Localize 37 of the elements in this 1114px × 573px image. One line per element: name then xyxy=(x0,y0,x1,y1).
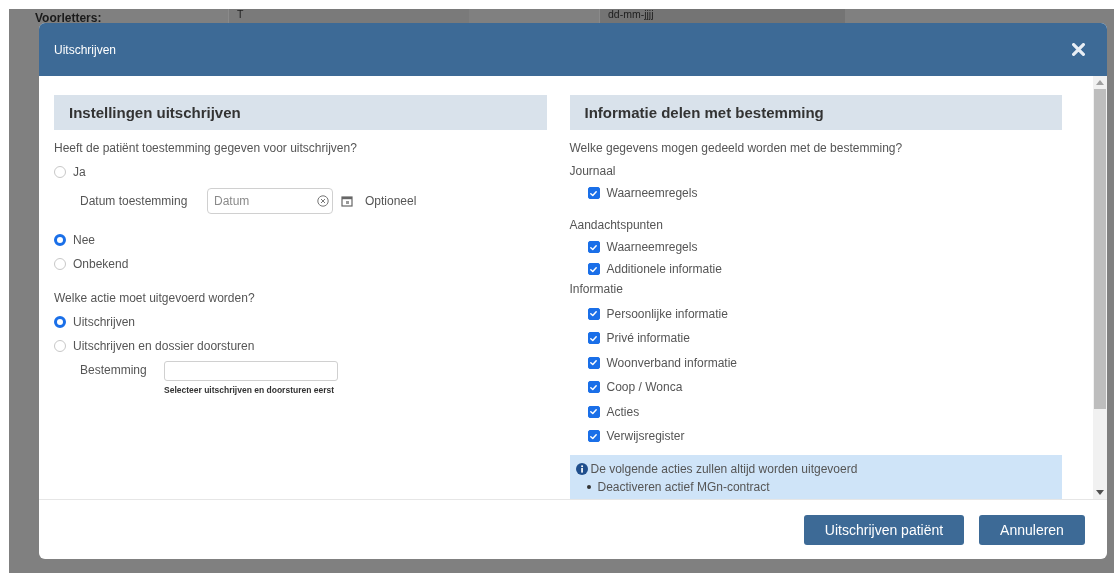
dialog-title: Uitschrijven xyxy=(54,42,116,57)
option-label[interactable]: Nee xyxy=(73,232,95,248)
group-title: Aandachtspunten xyxy=(569,217,664,233)
field-value: dd-mm-jjjj xyxy=(607,9,654,20)
checkbox-label[interactable]: Coop / Wonca xyxy=(606,380,683,394)
question-text: Welke actie moet uitgevoerd worden? xyxy=(54,290,256,306)
cancel-button[interactable]: Annuleren xyxy=(979,514,1085,545)
question-text: Heeft de patiënt toestemming gegeven voor uitschrijven? xyxy=(54,140,358,156)
option-label[interactable]: Uitschrijven xyxy=(73,314,135,330)
date-field[interactable]: Datum xyxy=(207,188,333,214)
field-label: Datum toestemming xyxy=(80,194,189,208)
hint-text: Selecteer uitschrijven en doorsturen eerst xyxy=(164,385,336,395)
unregister-button[interactable]: Uitschrijven patiënt xyxy=(804,514,964,545)
text-field[interactable]: T xyxy=(228,9,469,23)
checkbox-label[interactable]: Verwijsregister xyxy=(606,429,685,443)
info-text: De volgende acties zullen altijd worden uitgevoerd xyxy=(590,461,858,477)
option-label[interactable]: Uitschrijven en dossier doorsturen xyxy=(73,338,255,354)
option-label[interactable]: Ja xyxy=(73,164,86,180)
group-title: Informatie xyxy=(569,281,624,297)
section-heading: Informatie delen met bestemming xyxy=(569,95,1062,130)
text-field[interactable]: dd-mm-jjjj xyxy=(599,9,845,23)
section-heading: Instellingen uitschrijven xyxy=(54,95,547,130)
checkbox-label[interactable]: Persoonlijke informatie xyxy=(606,306,728,321)
checkbox-label[interactable]: Waarneemregels xyxy=(606,186,698,200)
question-text: Welke gegevens mogen gedeeld worden met de bestemming? xyxy=(569,140,904,156)
checkbox-label[interactable]: Acties xyxy=(606,404,640,419)
field-label: Bestemming xyxy=(80,362,148,377)
field-value: T xyxy=(236,9,244,20)
optional-note: Optioneel xyxy=(365,194,417,208)
field-label: Voorletters: xyxy=(35,11,103,25)
checkbox-label[interactable]: Waarneemregels xyxy=(606,240,698,254)
info-list-item: Deactiveren actief MGn-contract xyxy=(597,479,770,495)
checkbox-label[interactable]: Woonverband informatie xyxy=(606,355,738,370)
group-title: Journaal xyxy=(569,163,617,179)
option-label[interactable]: Onbekend xyxy=(73,256,129,272)
checkbox-label[interactable]: Privé informatie xyxy=(606,331,690,345)
checkbox-label[interactable]: Additionele informatie xyxy=(606,262,722,276)
